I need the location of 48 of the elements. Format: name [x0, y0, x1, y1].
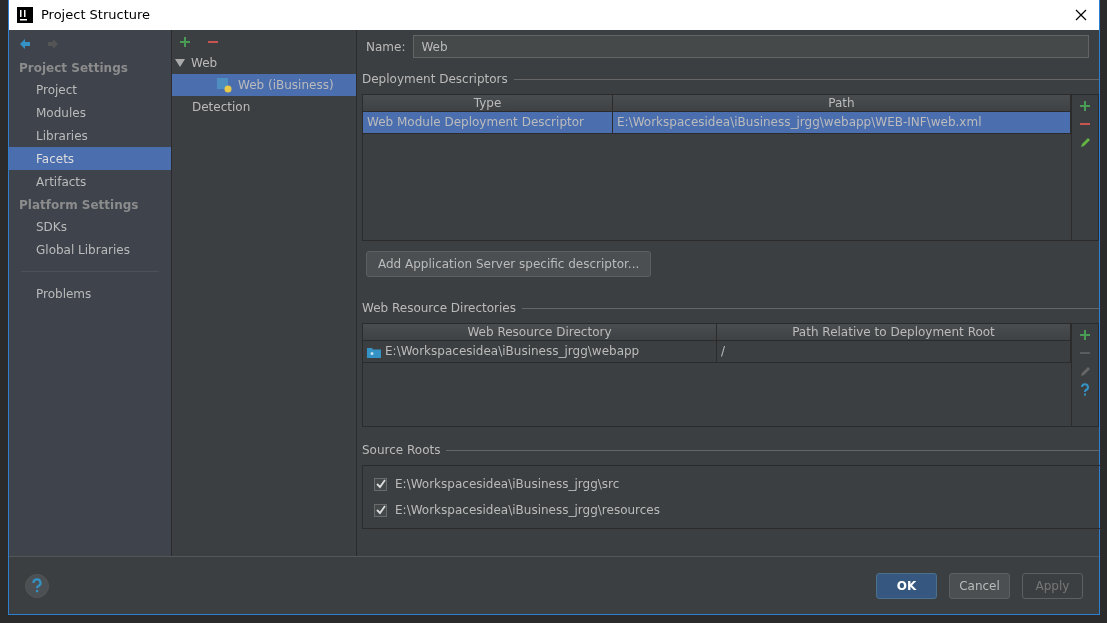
- sidebar-item[interactable]: Libraries: [9, 124, 171, 147]
- pencil-icon[interactable]: [1079, 136, 1091, 148]
- checked-checkbox-icon[interactable]: [374, 503, 387, 517]
- sidebar-item[interactable]: Facets: [9, 147, 171, 170]
- back-arrow-icon[interactable]: [19, 38, 31, 50]
- section-title: Web Resource Directories: [362, 300, 516, 317]
- table-row[interactable]: E:\Workspacesidea\iBusiness_jrgg\webapp /: [363, 341, 1071, 363]
- table-cell-text: Web Module Deployment Descriptor: [367, 114, 584, 131]
- add-icon[interactable]: [1079, 100, 1091, 112]
- tree-item[interactable]: Detection: [172, 96, 356, 118]
- dialog-button[interactable]: Cancel: [949, 572, 1010, 599]
- table-cell-text: E:\Workspacesidea\iBusiness_jrgg\webapp: [385, 343, 640, 360]
- column-header[interactable]: Path: [613, 95, 1071, 111]
- sidebar-item[interactable]: Modules: [9, 101, 171, 124]
- table-cell-text: E:\Workspacesidea\iBusiness_jrgg\webapp\WEB-INF\web.xml: [617, 114, 982, 131]
- sidebar-item[interactable]: SDKs: [9, 215, 171, 238]
- sidebar-item[interactable]: Problems: [9, 282, 171, 305]
- section-header: Project Settings: [18, 60, 129, 77]
- expanded-arrow-icon[interactable]: [175, 58, 185, 68]
- dialog-button[interactable]: OK: [876, 572, 937, 599]
- web-facet-icon[interactable]: [217, 77, 232, 93]
- checked-checkbox-icon[interactable]: [374, 477, 387, 491]
- app-logo-icon[interactable]: [17, 7, 33, 23]
- tree-item[interactable]: Web: [172, 52, 356, 74]
- folder-icon[interactable]: [367, 345, 381, 358]
- sidebar-item[interactable]: Project: [9, 78, 171, 101]
- table-cell-text: /: [721, 343, 726, 360]
- section-header: Platform Settings: [18, 197, 140, 214]
- sidebar-item[interactable]: Artifacts: [9, 170, 171, 193]
- sidebar-item[interactable]: Global Libraries: [9, 238, 171, 261]
- window-title: Project Structure: [41, 6, 152, 25]
- add-descriptor-button[interactable]: Add Application Server specific descriptor...: [366, 251, 652, 277]
- field-label: Name:: [365, 38, 406, 56]
- column-header[interactable]: Path Relative to Deployment Root: [717, 324, 1071, 340]
- add-icon[interactable]: [179, 36, 191, 48]
- checkbox[interactable]: E:\Workspacesidea\iBusiness_jrgg\resources: [374, 501, 1100, 519]
- column-header[interactable]: Type: [363, 95, 613, 111]
- add-icon[interactable]: [1079, 329, 1091, 341]
- column-header[interactable]: Web Resource Directory: [363, 324, 717, 340]
- help-button[interactable]: [25, 573, 49, 598]
- close-icon[interactable]: [1075, 9, 1087, 21]
- checkbox[interactable]: E:\Workspacesidea\iBusiness_jrgg\src: [374, 475, 1100, 493]
- name-field[interactable]: Web: [413, 35, 1089, 58]
- section-title: Source Roots: [362, 442, 441, 459]
- tree-item[interactable]: Web (iBusiness): [172, 74, 356, 96]
- help-icon[interactable]: [1079, 383, 1091, 396]
- table-row[interactable]: Web Module Deployment Descriptor E:\Workspacesidea\iBusiness_jrgg\webapp\WEB-INF\web.xml: [363, 112, 1071, 134]
- section-title: Deployment Descriptors: [362, 71, 508, 88]
